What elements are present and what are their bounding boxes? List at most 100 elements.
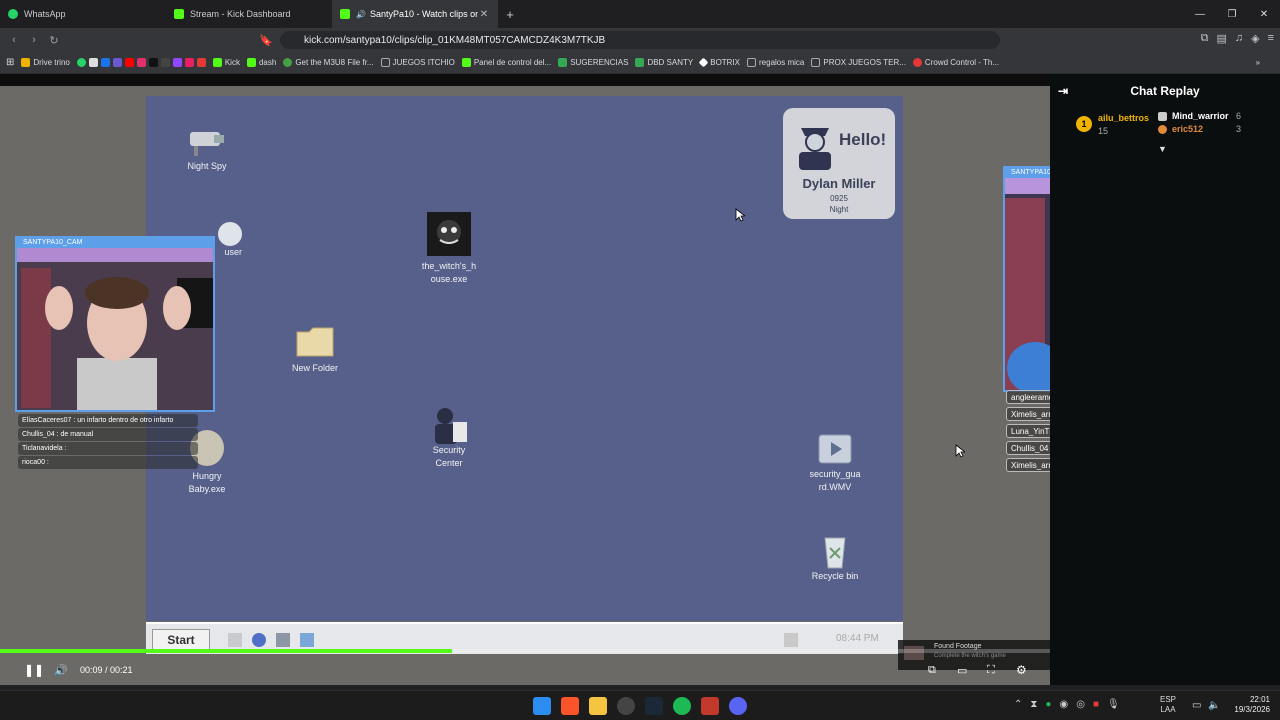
user-name[interactable]: Mind_warrior — [1172, 111, 1229, 121]
bookmark-regalos[interactable]: regalos mica — [747, 58, 804, 67]
facecam-right: SANTYPA10_CAM — [1003, 166, 1050, 392]
overlay-chat-message: rioca00 : — [18, 456, 198, 469]
bookmark-kick[interactable]: Kick — [212, 58, 240, 67]
icon-label: New Folder — [291, 363, 338, 373]
forward-icon[interactable]: › — [24, 34, 44, 46]
security-center-icon: Security Center — [404, 404, 494, 470]
tab-kick-dashboard[interactable]: Stream - Kick Dashboard — [166, 0, 332, 28]
settings-icon — [300, 633, 314, 647]
url-text: kick.com/santypa10/clips/clip_01KM48MT05… — [304, 34, 606, 46]
bookmark-itchio[interactable]: JUEGOS ITCHIO — [380, 58, 455, 67]
close-tab-icon[interactable]: ✕ — [478, 9, 490, 20]
trash-icon — [815, 530, 855, 569]
more-bookmarks-icon[interactable]: » — [1256, 58, 1260, 67]
steam-tray-icon[interactable]: ◎ — [1076, 699, 1085, 710]
video-progress-bar[interactable] — [0, 649, 1050, 653]
top-user-name[interactable]: ailu_bettros — [1098, 113, 1149, 123]
system-clock[interactable]: 22:01 19/3/2026 — [1222, 695, 1270, 715]
new-tab-button[interactable]: + — [498, 0, 522, 28]
network-tray-icon — [784, 633, 798, 647]
bookmark-panel[interactable]: Panel de control del... — [461, 58, 551, 67]
video-time: 00:09 / 00:21 — [80, 665, 133, 675]
bookmark-label: regalos mica — [759, 58, 805, 67]
pause-icon[interactable]: ❚❚ — [24, 663, 44, 677]
badge-icon — [1158, 112, 1167, 121]
start-label: Start — [167, 633, 195, 647]
camera-icon — [186, 126, 228, 156]
bookmark-icon[interactable]: 🔖 — [256, 34, 276, 47]
folder-icon — [295, 322, 335, 358]
window-controls: — ❐ ✕ — [1184, 0, 1280, 28]
start-menu-icon[interactable] — [533, 697, 551, 715]
obs-tray-icon[interactable]: ◉ — [1059, 699, 1068, 710]
overlay-chat-left: ElíasCaceres07 : un infarto dentro de ot… — [18, 414, 198, 470]
obs-icon[interactable] — [617, 697, 635, 715]
reload-icon[interactable]: ↻ — [44, 34, 64, 47]
bookmark-prox-juegos[interactable]: PROX JUEGOS TER... — [811, 58, 906, 67]
network-icon[interactable]: ▭ — [1192, 700, 1201, 711]
apps-icon[interactable]: ⊞ — [6, 57, 14, 68]
game-clock: 08:44 PM — [836, 633, 879, 644]
music-icon[interactable]: ♫ — [1235, 32, 1243, 45]
bookmark-sugerencias[interactable]: SUGERENCIAS — [558, 58, 628, 67]
tray-icons: ⌃ ⧗ ● ◉ ◎ ■ 🎙 — [1014, 699, 1120, 710]
extensions-icon[interactable]: ⧉ — [1201, 32, 1209, 45]
close-window-icon[interactable]: ✕ — [1248, 0, 1280, 28]
bookmark-botrix[interactable]: BOTRIX — [698, 57, 741, 68]
streamer-cam-image — [1005, 178, 1050, 390]
chevron-up-icon[interactable]: ⌃ — [1014, 699, 1022, 710]
bookmark-label: BOTRIX — [710, 58, 741, 67]
mic-icon[interactable]: 🎙 — [1107, 699, 1120, 710]
browser-globe-icon — [252, 633, 266, 647]
collapse-chat-icon[interactable]: ⇥ — [1058, 84, 1068, 98]
bookmark-crowd-control[interactable]: Crowd Control - Th... — [912, 58, 999, 67]
back-icon[interactable]: ‹ — [4, 34, 24, 46]
bookmark-dash[interactable]: dash — [246, 58, 276, 67]
language-code: ESP — [1160, 695, 1177, 704]
user-name[interactable]: eric512 — [1172, 124, 1203, 134]
fullscreen-icon[interactable]: ⛶ — [987, 664, 995, 677]
tab-label: WhatsApp — [24, 9, 66, 19]
file-explorer-icon[interactable] — [589, 697, 607, 715]
sidebar-icon[interactable]: ▤ — [1216, 32, 1226, 45]
volume-icon[interactable]: 🔊 — [54, 664, 68, 677]
controller-icon[interactable]: ⧗ — [1030, 699, 1037, 710]
spotify-icon[interactable] — [673, 697, 691, 715]
bookmark-m3u8[interactable]: Get the M3U8 File fr... — [283, 58, 374, 67]
discord-icon[interactable] — [729, 697, 747, 715]
expand-icon[interactable]: ▼ — [1158, 144, 1167, 154]
menu-icon[interactable]: ≡ — [1268, 32, 1274, 45]
pinned-apps — [528, 697, 752, 715]
tab-kick-clip[interactable]: 🔊 SantyPa10 - Watch clips on K ✕ — [332, 0, 498, 28]
speaker-tray-icon[interactable]: 🔈 — [1208, 700, 1220, 711]
minimize-icon[interactable]: — — [1184, 0, 1216, 28]
chat-header: ⇥ Chat Replay — [1050, 74, 1280, 108]
brave-icon[interactable] — [561, 697, 579, 715]
restore-icon[interactable]: ❐ — [1216, 0, 1248, 28]
video-editor-icon[interactable] — [701, 697, 719, 715]
bookmark-dbd[interactable]: DBD SANTY — [635, 58, 693, 67]
language-indicator[interactable]: ESP LAA — [1160, 695, 1176, 715]
bookmark-label: SUGERENCIAS — [570, 58, 629, 67]
top-user-count: 15 — [1098, 126, 1109, 136]
overlay-chat-message: Chullis_04 : — [1006, 441, 1050, 455]
clock-date: 19/3/2026 — [1234, 705, 1270, 714]
url-field[interactable]: kick.com/santypa10/clips/clip_01KM48MT05… — [280, 31, 1000, 49]
guard-avatar-icon — [799, 128, 831, 170]
settings-gear-icon[interactable]: ⚙ — [1016, 663, 1027, 677]
video-file-icon — [818, 434, 852, 464]
game-start-button: Start — [152, 629, 210, 651]
steam-icon[interactable] — [645, 697, 663, 715]
pip-icon[interactable]: ⧉ — [928, 664, 936, 677]
id-card-hello: Hello! Dylan Miller 0925 Night — [783, 108, 895, 219]
clock-time: 22:01 — [1249, 695, 1270, 704]
theater-mode-icon[interactable]: ▭ — [957, 664, 967, 677]
wallet-icon[interactable]: ◈ — [1251, 32, 1259, 45]
bookmark-label: Get the M3U8 File fr... — [295, 58, 374, 67]
tab-whatsapp[interactable]: WhatsApp — [0, 0, 166, 28]
spotify-tray-icon[interactable]: ● — [1045, 699, 1051, 710]
bookmark-drive[interactable]: Drive trino — [21, 58, 70, 67]
tab-label: SantyPa10 - Watch clips on K — [369, 9, 478, 19]
video-player[interactable]: Night Spy user the_witch's_h ouse.exe Ne… — [0, 74, 1050, 685]
recorder-tray-icon[interactable]: ■ — [1093, 699, 1099, 710]
